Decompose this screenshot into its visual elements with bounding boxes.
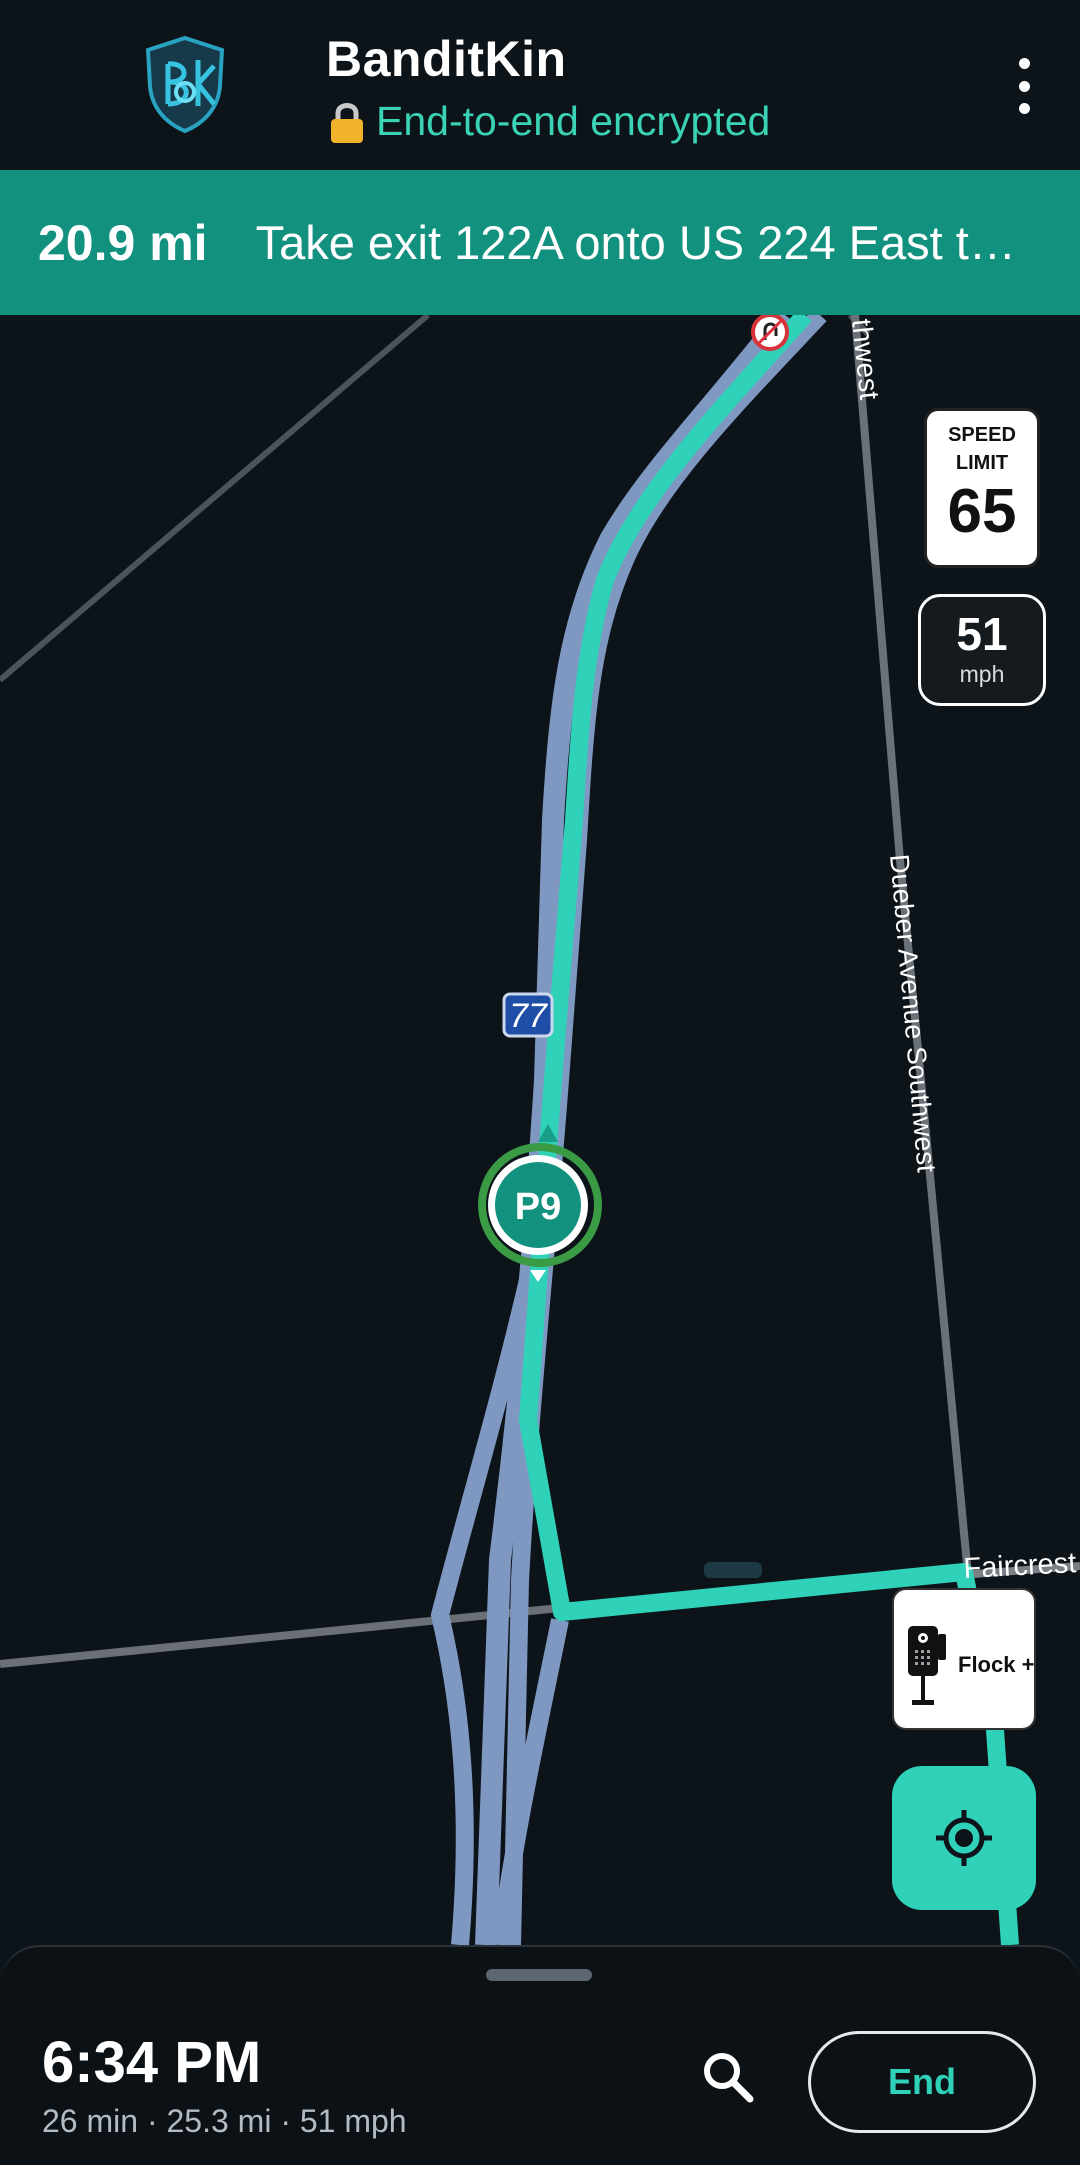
road-label-upper: thwest [846,317,885,401]
current-speed: 51 mph [918,594,1046,706]
flock-alert-card[interactable]: Flock + [892,1588,1036,1730]
trip-summary: 26 min · 25.3 mi · 51 mph [42,2103,407,2139]
instruction-distance: 20.9 mi [38,214,208,271]
trip-bottom-sheet[interactable]: 6:34 PM 26 min · 25.3 mi · 51 mph End [0,1945,1080,2165]
app-title: BanditKin [326,31,567,87]
instruction-text: Take exit 122A onto US 224 East to… [255,216,1036,269]
gps-recenter-icon [936,1810,992,1866]
map-building [704,1562,762,1578]
search-icon[interactable] [698,2047,758,2107]
eta-time: 6:34 PM [42,2030,262,2095]
speed-limit-caption: SPEED LIMIT [927,411,1037,477]
navigation-instruction-banner[interactable]: 20.9 mi Take exit 122A onto US 224 East … [0,170,1080,315]
flock-camera-icon [908,1626,946,1705]
highway-shield-label: 77 [509,997,548,1035]
minor-road [0,315,430,683]
speed-limit-caption-line1: SPEED [948,424,1016,446]
end-navigation-button[interactable]: End [808,2031,1036,2133]
recenter-button[interactable] [892,1766,1036,1910]
road-label-dueber: Dueber Avenue Southwest [884,853,942,1174]
speed-limit-sign: SPEED LIMIT 65 [924,408,1040,568]
more-vertical-icon[interactable] [1000,58,1048,114]
speed-limit-value: 65 [947,477,1017,546]
current-speed-value: 51 [956,608,1008,660]
shield-lock-logo-icon [145,35,225,134]
highway-lane [475,315,794,1945]
encryption-status: End-to-end encrypted [328,98,770,145]
position-marker-label: P9 [515,1186,561,1228]
no-u-turn-icon [751,315,789,351]
encryption-label: End-to-end encrypted [376,98,771,144]
flock-alert-label: Flock + [958,1652,1035,1677]
road-label-faircrest: Faircrest [963,1547,1077,1585]
drag-handle[interactable] [486,1969,592,1981]
current-speed-unit: mph [959,661,1005,687]
speed-limit-caption-line2: LIMIT [955,452,1009,474]
cross-road [0,1604,561,1668]
highway-shield-77: 77 [502,992,554,1038]
lock-icon [331,102,363,143]
app-bar: BanditKin End-to-end encrypted [0,0,1080,170]
